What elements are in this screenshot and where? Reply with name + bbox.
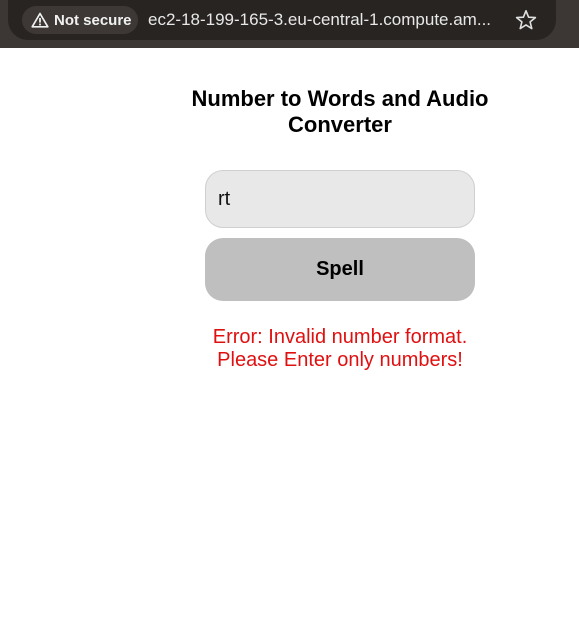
security-indicator[interactable]: Not secure [22,6,138,34]
page-title: Number to Words and Audio Converter [191,86,489,137]
error-message: Error: Invalid number format. Please Ent… [175,326,505,372]
spell-button[interactable]: Spell [205,238,475,301]
star-icon[interactable] [514,8,538,32]
error-line-2: Please Enter only numbers! [217,349,463,371]
address-bar[interactable]: Not secure ec2-18-199-165-3.eu-central-1… [8,0,556,40]
browser-toolbar: Not secure ec2-18-199-165-3.eu-central-1… [0,0,579,48]
url-text[interactable]: ec2-18-199-165-3.eu-central-1.compute.am… [148,9,508,31]
number-input[interactable] [205,170,475,228]
security-label: Not secure [54,11,132,29]
error-line-1: Error: Invalid number format. [212,326,468,348]
warning-triangle-icon [31,12,49,28]
